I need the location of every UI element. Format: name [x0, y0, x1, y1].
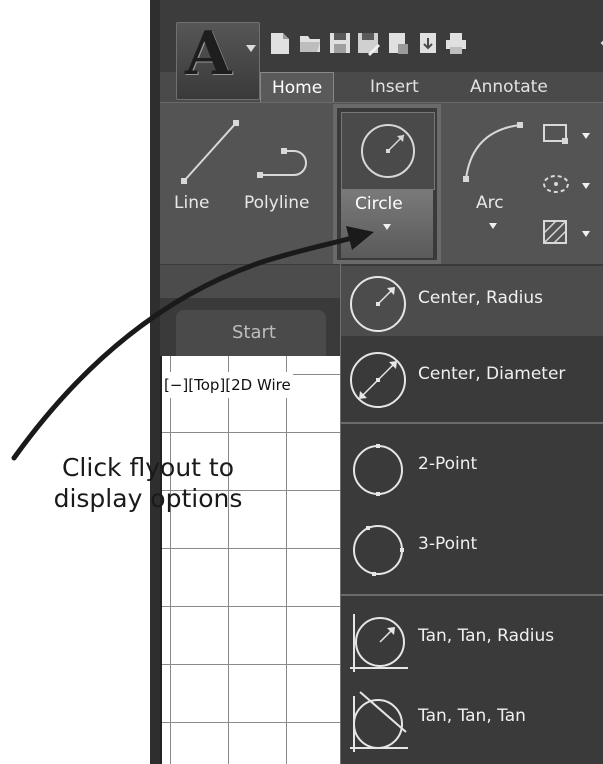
- save-to-web-icon[interactable]: [416, 30, 440, 56]
- tab-home[interactable]: Home: [260, 72, 335, 103]
- flyout-divider: [341, 594, 603, 596]
- flyout-label: Center, Diameter: [418, 364, 566, 384]
- circle-center-diameter-icon: [350, 352, 406, 408]
- circle-label: Circle: [355, 194, 403, 214]
- flyout-divider: [341, 422, 603, 424]
- chevron-down-icon[interactable]: [582, 183, 590, 189]
- circle-split-button[interactable]: Circle: [333, 104, 441, 264]
- flyout-item-center-radius[interactable]: Center, Radius: [341, 266, 603, 336]
- ribbon-tab-bar: Home Insert Annotate: [160, 72, 603, 103]
- arc-label: Arc: [476, 193, 504, 213]
- polyline-button[interactable]: Polyline: [244, 103, 332, 263]
- line-label: Line: [174, 193, 210, 213]
- circle-button[interactable]: [341, 112, 435, 190]
- flyout-item-tan-tan-tan[interactable]: Tan, Tan, Tan: [341, 684, 603, 754]
- chevron-down-icon[interactable]: [489, 223, 497, 229]
- chevron-down-icon[interactable]: [582, 231, 590, 237]
- flyout-item-3-point[interactable]: 3-Point: [341, 512, 603, 582]
- hatch-button[interactable]: [540, 217, 600, 251]
- window-edge: [150, 0, 160, 764]
- flyout-item-tan-tan-radius[interactable]: Tan, Tan, Radius: [341, 604, 603, 674]
- save-icon[interactable]: [328, 30, 352, 56]
- tab-insert[interactable]: Insert: [370, 72, 419, 102]
- circle-2-point-icon: [353, 444, 403, 496]
- rectangle-icon: [543, 124, 568, 144]
- ellipse-button[interactable]: [540, 171, 600, 201]
- open-folder-icon[interactable]: [298, 30, 322, 56]
- rectangle-button[interactable]: [540, 121, 600, 151]
- flyout-item-center-diameter[interactable]: Center, Diameter: [341, 342, 603, 412]
- circle-icon: [361, 124, 415, 178]
- tab-start[interactable]: Start: [176, 310, 326, 356]
- circle-tan-tan-tan-icon: [350, 691, 408, 752]
- new-file-icon[interactable]: [268, 30, 292, 56]
- arc-icon: [463, 122, 523, 182]
- polyline-icon: [257, 148, 307, 178]
- plot-printer-icon[interactable]: [444, 30, 468, 56]
- circle-flyout-menu: Center, Radius Center, Diameter 2-Point …: [340, 264, 603, 764]
- chevron-down-icon[interactable]: [582, 133, 590, 139]
- viewport-controls[interactable]: [−][Top][2D Wire: [162, 372, 293, 398]
- line-button[interactable]: Line: [160, 103, 240, 263]
- callout-line-1: Click flyout to: [61, 453, 235, 482]
- circle-tan-tan-radius-icon: [350, 614, 408, 672]
- circle-flyout-button[interactable]: Circle: [341, 190, 433, 258]
- flyout-label: Tan, Tan, Radius: [418, 626, 555, 646]
- tab-annotate[interactable]: Annotate: [470, 72, 548, 102]
- line-icon: [181, 120, 239, 184]
- flyout-label: Center, Radius: [418, 288, 544, 308]
- ellipse-icon: [543, 175, 569, 193]
- open-from-web-icon[interactable]: [386, 30, 410, 56]
- hatch-icon: [543, 220, 567, 244]
- arc-button[interactable]: Arc: [456, 103, 528, 263]
- title-bar: A: [160, 0, 603, 100]
- flyout-item-2-point[interactable]: 2-Point: [341, 432, 603, 502]
- flyout-label: Tan, Tan, Tan: [418, 706, 526, 726]
- circle-3-point-icon: [353, 525, 404, 576]
- chevron-down-icon: [246, 45, 256, 52]
- circle-center-radius-icon: [350, 276, 406, 332]
- flyout-label: 3-Point: [418, 534, 478, 554]
- callout-annotation: Click flyout to display options: [18, 452, 278, 514]
- save-as-icon[interactable]: [356, 30, 380, 56]
- chevron-down-icon[interactable]: [383, 224, 391, 230]
- polyline-label: Polyline: [244, 193, 310, 213]
- callout-line-2: display options: [53, 484, 243, 513]
- flyout-label: 2-Point: [418, 454, 478, 474]
